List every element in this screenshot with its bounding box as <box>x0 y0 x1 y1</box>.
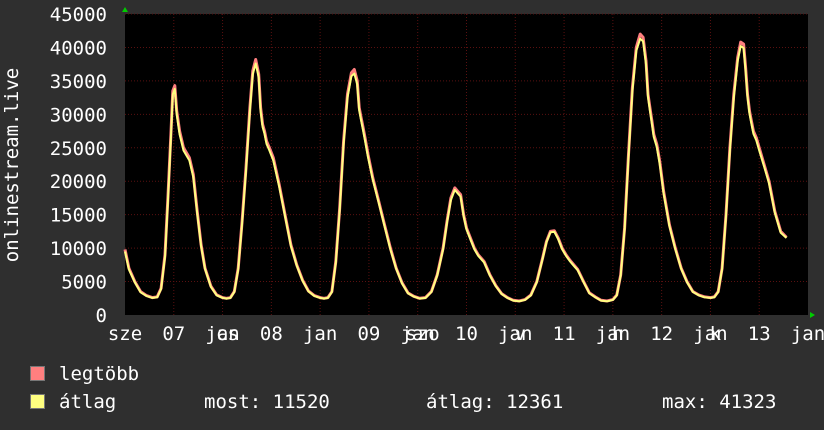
legend-item-max: legtöbb <box>30 363 139 385</box>
legend-swatch-max <box>30 366 45 381</box>
x-tick-label: 13 <box>748 323 771 345</box>
y-tick-label: 25000 <box>50 138 107 160</box>
x-tick-label: jan <box>791 323 824 345</box>
x-tick-label: 12 <box>650 323 673 345</box>
x-tick-label: 11 <box>553 323 576 345</box>
plot-area <box>122 7 815 318</box>
x-tick-label: cs <box>216 323 239 345</box>
stat-current: most: 11520 <box>204 391 330 413</box>
x-tick-label: szo <box>405 323 439 345</box>
y-tick-label: 35000 <box>50 71 107 93</box>
y-tick-label: 45000 <box>50 4 107 26</box>
y-axis-ticks: 0 5000 10000 15000 20000 25000 30000 35000 40000… <box>50 4 107 327</box>
stat-max: max: 41323 <box>662 391 777 413</box>
legend-swatch-average <box>30 394 45 409</box>
x-tick-label: h <box>612 323 623 345</box>
y-tick-label: 5000 <box>61 272 107 294</box>
y-tick-label: 30000 <box>50 104 107 126</box>
legend-label-average: átlag <box>59 391 117 413</box>
y-tick-label: 20000 <box>50 171 107 193</box>
x-tick-label: 09 <box>357 323 380 345</box>
stat-average: átlag: 12361 <box>426 391 564 413</box>
y-tick-label: 40000 <box>50 37 107 59</box>
x-axis-ticks: sze 07 jancs 08 jan 09 janszo 10 janv 11 janh 12 jan… <box>108 323 824 345</box>
y-axis-arrow <box>122 7 128 12</box>
x-tick-label: 07 <box>162 323 185 345</box>
x-tick-label: sze <box>108 323 142 345</box>
y-tick-label: 10000 <box>50 238 107 260</box>
legend-item-average: átlag most: 11520 átlag: 12361 max: 4132… <box>30 391 820 413</box>
x-tick-label: jan <box>303 323 337 345</box>
traffic-chart: 0 5000 10000 15000 20000 25000 30000 35000 40000… <box>1 4 824 345</box>
y-tick-label: 0 <box>96 305 107 327</box>
y-tick-label: 15000 <box>50 205 107 227</box>
x-tick-label: 08 <box>260 323 283 345</box>
x-tick-label: v <box>514 323 525 345</box>
legend-label-max: legtöbb <box>59 363 140 385</box>
x-tick-label: 10 <box>455 323 478 345</box>
y-axis-label: onlinestream.live <box>1 68 23 262</box>
chart-window: 0 5000 10000 15000 20000 25000 30000 35000 40000… <box>0 0 824 430</box>
x-tick-label: k <box>710 323 722 345</box>
x-axis-arrow <box>810 312 815 318</box>
